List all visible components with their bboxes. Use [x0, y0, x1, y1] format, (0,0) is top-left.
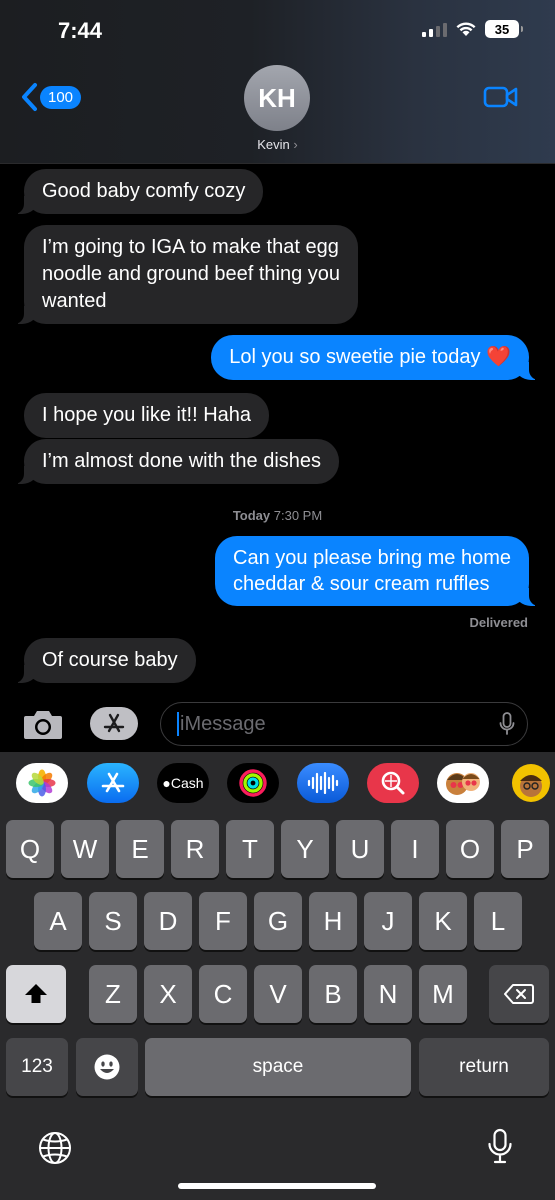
numbers-key[interactable]: 123: [6, 1038, 68, 1096]
key-d[interactable]: D: [144, 892, 192, 950]
memoji-icon[interactable]: [507, 763, 555, 803]
message-text: I hope you like it!! Haha: [42, 404, 252, 426]
text-cursor: [177, 712, 179, 736]
message-text-line: I’m going to IGA to make that egg: [42, 236, 339, 258]
key-t[interactable]: T: [226, 820, 274, 878]
message-text-line: Can you please bring me home: [233, 547, 511, 569]
shift-arrow-icon: [25, 984, 47, 1003]
incoming-message[interactable]: Good baby comfy cozy: [13, 169, 264, 214]
app-store-icon: [103, 713, 125, 732]
message-text-line: noodle and ground beef thing you: [42, 263, 341, 285]
contact-name-label: Kevin: [257, 137, 290, 152]
key-z[interactable]: Z: [89, 965, 137, 1023]
key-f[interactable]: F: [199, 892, 247, 950]
key-i[interactable]: I: [391, 820, 439, 878]
emoji-face-icon: [94, 1054, 120, 1080]
message-text: I’m almost done with the dishes: [42, 450, 322, 472]
return-key[interactable]: return: [419, 1038, 549, 1096]
message-text-line: wanted: [42, 290, 107, 312]
dictation-mic-icon[interactable]: [486, 1128, 514, 1166]
incoming-message[interactable]: I hope you like it!! Haha: [24, 393, 270, 438]
chevron-left-icon: [22, 83, 37, 111]
activity-rings-icon[interactable]: [227, 763, 279, 803]
incoming-message[interactable]: I’m almost done with the dishes: [13, 439, 340, 484]
key-p[interactable]: P: [501, 820, 549, 878]
dictation-mic-icon[interactable]: [499, 712, 515, 736]
incoming-message[interactable]: I’m going to IGA to make that egg noodle…: [13, 225, 359, 324]
key-n[interactable]: N: [364, 965, 412, 1023]
key-v[interactable]: V: [254, 965, 302, 1023]
outgoing-message[interactable]: Lol you so sweetie pie today ❤️: [211, 335, 539, 380]
key-m[interactable]: M: [419, 965, 467, 1023]
battery-icon: 35: [485, 20, 523, 38]
key-l[interactable]: L: [474, 892, 522, 950]
home-indicator[interactable]: [178, 1183, 376, 1189]
camera-icon[interactable]: [22, 707, 64, 741]
status-icons: 35: [422, 20, 523, 38]
key-s[interactable]: S: [89, 892, 137, 950]
keyboard: ● Cash Q W E R T Y U I O P A S D F G H J…: [0, 752, 555, 1200]
message-text-line: cheddar & sour cream ruffles: [233, 573, 490, 595]
key-x[interactable]: X: [144, 965, 192, 1023]
key-y[interactable]: Y: [281, 820, 329, 878]
incoming-message[interactable]: Of course baby: [14, 638, 196, 683]
cellular-signal-icon: [422, 21, 447, 37]
message-text: Lol you so sweetie pie today ❤️: [229, 346, 511, 368]
shift-key[interactable]: [6, 965, 66, 1023]
key-r[interactable]: R: [171, 820, 219, 878]
contact-avatar[interactable]: KH: [244, 65, 310, 131]
space-key[interactable]: space: [145, 1038, 411, 1096]
conversation-header: 7:44 35 100 KH Kevin ›: [0, 0, 555, 164]
emoji-key[interactable]: [76, 1038, 138, 1096]
cash-label: Cash: [170, 775, 204, 791]
message-text: Of course baby: [42, 649, 178, 671]
delete-key[interactable]: [489, 965, 549, 1023]
delivered-status: Delivered: [469, 615, 528, 630]
message-text: Good baby comfy cozy: [42, 180, 246, 202]
key-q[interactable]: Q: [6, 820, 54, 878]
outgoing-message[interactable]: Can you please bring me home cheddar & s…: [215, 536, 539, 606]
message-placeholder: iMessage: [180, 712, 266, 735]
message-timestamp: Today 7:30 PM: [0, 508, 555, 523]
chevron-right-icon: ›: [293, 137, 298, 152]
status-time: 7:44: [58, 18, 103, 43]
apple-logo-icon: ●: [162, 775, 171, 791]
globe-icon[interactable]: [37, 1130, 73, 1166]
timestamp-time: 7:30 PM: [273, 508, 323, 523]
photos-icon[interactable]: [16, 763, 68, 803]
contact-name[interactable]: Kevin ›: [0, 137, 555, 152]
app-store-button[interactable]: [90, 707, 138, 740]
key-e[interactable]: E: [116, 820, 164, 878]
apple-cash-icon[interactable]: ● Cash: [157, 763, 209, 803]
key-k[interactable]: K: [419, 892, 467, 950]
facetime-video-icon[interactable]: [483, 84, 519, 110]
imessage-app-strip: ● Cash: [0, 763, 555, 811]
key-o[interactable]: O: [446, 820, 494, 878]
image-search-icon[interactable]: [367, 763, 419, 803]
wifi-icon: [456, 22, 476, 36]
key-h[interactable]: H: [309, 892, 357, 950]
backspace-icon: [504, 984, 534, 1004]
key-j[interactable]: J: [364, 892, 412, 950]
key-c[interactable]: C: [199, 965, 247, 1023]
key-a[interactable]: A: [34, 892, 82, 950]
unread-count-badge: 100: [40, 85, 82, 109]
key-u[interactable]: U: [336, 820, 384, 878]
key-b[interactable]: B: [309, 965, 357, 1023]
key-w[interactable]: W: [61, 820, 109, 878]
message-input[interactable]: iMessage: [160, 702, 528, 746]
app-store-icon[interactable]: [87, 763, 139, 803]
memoji-stickers-icon[interactable]: [437, 763, 489, 803]
key-g[interactable]: G: [254, 892, 302, 950]
timestamp-day: Today: [232, 508, 271, 523]
back-button[interactable]: 100: [20, 82, 82, 112]
audio-message-icon[interactable]: [297, 763, 349, 803]
